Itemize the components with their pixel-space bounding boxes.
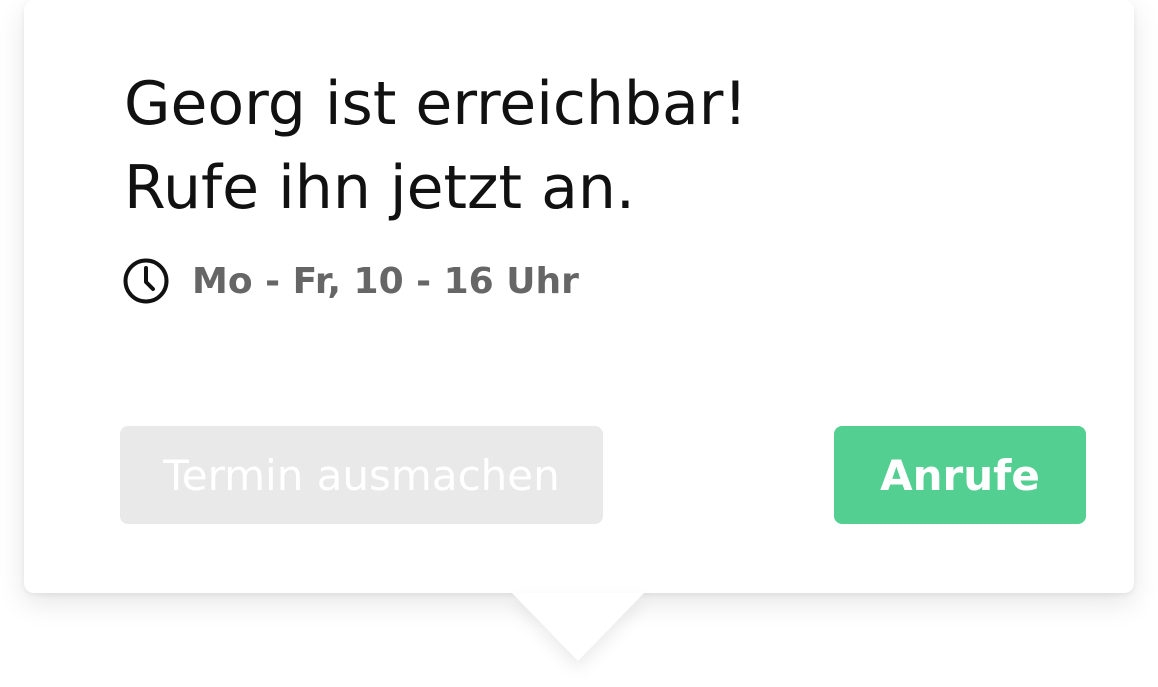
office-hours-text: Mo - Fr, 10 - 16 Uhr bbox=[192, 260, 579, 302]
popover-arrow bbox=[512, 593, 644, 661]
availability-popover: Georg ist erreichbar! Rufe ihn jetzt an.… bbox=[24, 0, 1134, 593]
headline-line-2: Rufe ihn jetzt an. bbox=[124, 153, 635, 223]
clock-icon bbox=[122, 257, 170, 305]
schedule-appointment-button[interactable]: Termin ausmachen bbox=[120, 426, 603, 524]
office-hours: Mo - Fr, 10 - 16 Uhr bbox=[122, 256, 579, 306]
headline-line-1: Georg ist erreichbar! bbox=[124, 69, 748, 139]
call-button[interactable]: Anrufe bbox=[834, 426, 1086, 524]
availability-headline: Georg ist erreichbar! Rufe ihn jetzt an. bbox=[124, 62, 747, 230]
